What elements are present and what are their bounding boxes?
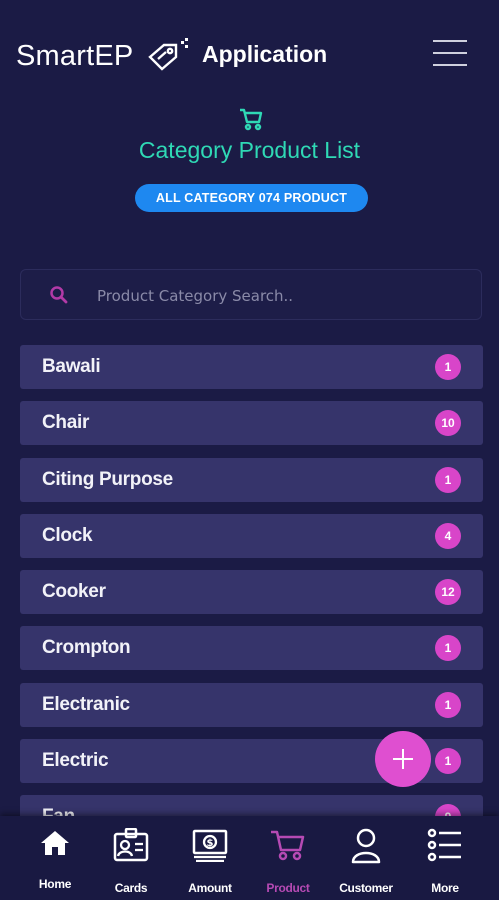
category-name: Clock <box>42 524 93 546</box>
nav-home[interactable]: Home <box>15 816 95 900</box>
category-name: Cooker <box>42 581 106 603</box>
nav-label: Customer <box>339 881 393 895</box>
category-count-badge: 10 <box>435 410 461 437</box>
cart-icon <box>240 108 263 131</box>
search-input[interactable] <box>95 280 469 312</box>
bottom-navigation: Home Cards $ Amount Product Customer Mor… <box>0 816 499 900</box>
category-count-badge: 1 <box>435 691 461 718</box>
logo-tag-icon <box>148 38 188 71</box>
nav-customer[interactable]: Customer <box>326 816 406 900</box>
nav-label: Product <box>266 881 310 895</box>
category-name: Electranic <box>42 693 130 715</box>
add-category-button[interactable] <box>375 731 431 787</box>
category-count-badge: 1 <box>435 748 461 775</box>
nav-product[interactable]: Product <box>248 816 328 900</box>
page-title: Category Product List <box>138 137 361 163</box>
nav-label: Cards <box>114 881 148 895</box>
category-name: Bawali <box>42 356 101 377</box>
home-icon <box>41 831 69 855</box>
list-item[interactable]: Bawali 1 <box>20 345 483 389</box>
category-count-badge: 4 <box>435 522 461 549</box>
nav-label: More <box>431 881 459 895</box>
hamburger-line <box>433 64 467 66</box>
category-name: Chair <box>42 412 90 434</box>
nav-amount[interactable]: $ Amount <box>170 816 250 900</box>
list-icon <box>427 828 461 862</box>
nav-label: Home <box>38 877 72 891</box>
list-item[interactable]: Clock 4 <box>20 513 483 558</box>
category-count-badge: 1 <box>435 635 461 662</box>
nav-label: Amount <box>188 881 232 895</box>
id-card-icon <box>113 828 149 862</box>
category-name: Crompton <box>42 637 131 659</box>
list-item[interactable]: Chair 10 <box>20 401 483 446</box>
hamburger-menu-button[interactable] <box>433 40 467 68</box>
logo-text: SmartEP <box>16 40 134 72</box>
svg-text:$: $ <box>207 838 214 849</box>
category-name: Electric <box>42 750 109 772</box>
category-count-badge: 1 <box>435 354 461 380</box>
nav-cards[interactable]: Cards <box>91 816 171 900</box>
cart-icon <box>271 830 305 861</box>
category-count-badge: ALL CATEGORY 074 PRODUCT <box>135 184 368 212</box>
hamburger-line <box>433 52 467 54</box>
list-item[interactable]: Crompton 1 <box>20 626 483 671</box>
hamburger-icon <box>433 40 467 42</box>
app-title: Application <box>202 41 328 67</box>
search-icon <box>50 286 68 304</box>
search-box <box>20 269 482 320</box>
category-name: Citing Purpose <box>42 468 173 490</box>
user-icon <box>351 828 381 864</box>
list-item[interactable]: Citing Purpose 1 <box>20 457 483 502</box>
list-item[interactable]: Electranic 1 <box>20 682 483 727</box>
list-item[interactable]: Cooker 12 <box>20 570 483 615</box>
money-icon: $ <box>192 829 228 862</box>
nav-more[interactable]: More <box>405 816 485 900</box>
category-count-badge: 1 <box>435 466 461 493</box>
category-count-badge: 12 <box>435 579 461 606</box>
app-header: SmartEP Application <box>0 0 499 110</box>
